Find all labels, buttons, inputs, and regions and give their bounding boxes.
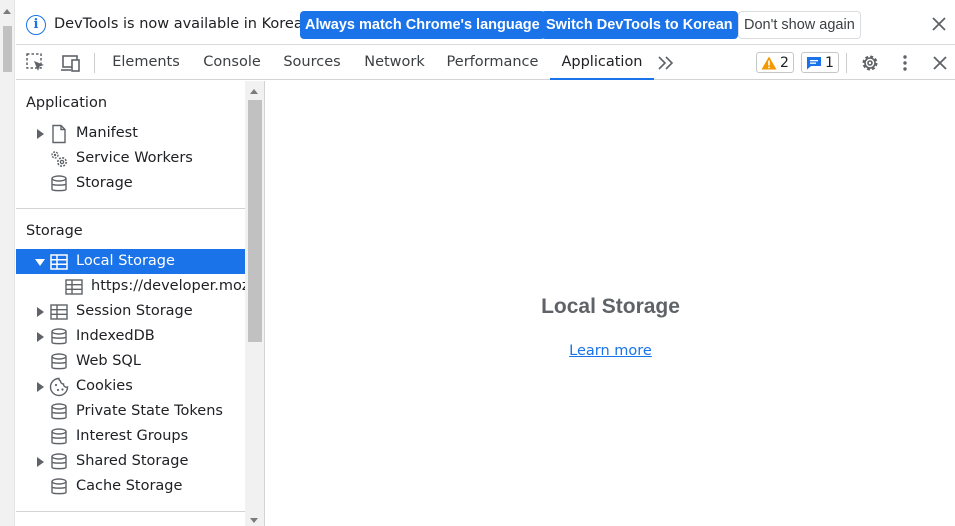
- table-icon: [50, 304, 68, 320]
- sidebar-item-label: Shared Storage: [76, 453, 189, 469]
- toolbar-divider: [846, 53, 847, 73]
- sidebar-item-private-state-tokens[interactable]: Private State Tokens: [16, 399, 245, 424]
- sidebar-item-storage-overview[interactable]: Storage: [16, 171, 245, 196]
- sidebar-item-service-workers[interactable]: Service Workers: [16, 146, 245, 171]
- devtools-toolbar: Elements Console Sources Network Perform…: [16, 45, 955, 80]
- gears-icon: [51, 151, 67, 167]
- warning-icon: [761, 56, 777, 69]
- sidebar-scrollbar[interactable]: [245, 81, 265, 526]
- sidebar-item-label: Local Storage: [76, 253, 175, 269]
- warnings-badge[interactable]: 2: [756, 52, 794, 73]
- expand-arrow-icon[interactable]: [37, 382, 44, 392]
- device-toolbar-icon[interactable]: [60, 52, 82, 74]
- tab-sources[interactable]: Sources: [278, 45, 346, 80]
- sidebar-item-interest-groups[interactable]: Interest Groups: [16, 424, 245, 449]
- tab-performance[interactable]: Performance: [443, 45, 542, 80]
- warnings-count: 2: [780, 54, 789, 71]
- section-divider: [16, 208, 245, 209]
- sidebar-item-cache-storage[interactable]: Cache Storage: [16, 474, 245, 499]
- sidebar-scroll-thumb[interactable]: [248, 100, 262, 342]
- document-icon: [52, 124, 66, 144]
- application-sidebar: Application Manifest Service Workers Sto…: [16, 81, 245, 526]
- expand-arrow-icon[interactable]: [37, 332, 44, 342]
- scroll-thumb[interactable]: [3, 26, 12, 72]
- close-devtools-icon[interactable]: [929, 52, 951, 74]
- learn-more-link[interactable]: Learn more: [569, 343, 652, 359]
- always-match-language-button[interactable]: Always match Chrome's language: [300, 11, 545, 39]
- sidebar-item-label: Cache Storage: [76, 478, 183, 494]
- toolbar-divider: [94, 53, 95, 73]
- sidebar-item-label: IndexedDB: [76, 328, 155, 344]
- sidebar-item-local-storage[interactable]: Local Storage: [16, 249, 245, 274]
- section-divider: [16, 511, 245, 512]
- database-icon: [51, 453, 67, 470]
- switch-to-korean-button[interactable]: Switch DevTools to Korean: [541, 11, 738, 39]
- database-icon: [51, 353, 67, 370]
- sidebar-item-label: Storage: [76, 175, 133, 191]
- sidebar-item-cookies[interactable]: Cookies: [16, 374, 245, 399]
- inspect-element-icon[interactable]: [25, 52, 47, 74]
- scroll-up-arrow-icon[interactable]: [250, 89, 258, 94]
- database-icon: [51, 175, 67, 192]
- message-icon: [807, 56, 821, 69]
- database-icon: [51, 428, 67, 445]
- sidebar-item-manifest[interactable]: Manifest: [16, 121, 245, 146]
- cookie-icon: [49, 377, 69, 397]
- messages-count: 1: [825, 54, 834, 71]
- table-icon: [65, 279, 83, 295]
- collapse-arrow-icon[interactable]: [35, 259, 45, 266]
- tab-elements[interactable]: Elements: [108, 45, 184, 80]
- section-title-storage: Storage: [26, 223, 83, 239]
- learn-more-wrapper: Learn more: [266, 343, 955, 359]
- sidebar-item-local-storage-origin[interactable]: https://developer.mozil: [16, 274, 245, 299]
- tab-application[interactable]: Application: [550, 45, 654, 80]
- sidebar-item-web-sql[interactable]: Web SQL: [16, 349, 245, 374]
- language-infobar: i DevTools is now available in Korean! A…: [16, 5, 955, 45]
- sidebar-item-label: Service Workers: [76, 150, 193, 166]
- panel-title: Local Storage: [541, 295, 680, 318]
- infobar-message: DevTools is now available in Korean!: [54, 16, 318, 32]
- sidebar-item-label: Private State Tokens: [76, 403, 223, 419]
- sidebar-item-label: Cookies: [76, 378, 133, 394]
- expand-arrow-icon[interactable]: [37, 457, 44, 467]
- database-icon: [51, 478, 67, 495]
- settings-gear-icon[interactable]: [859, 52, 881, 74]
- sidebar-item-shared-storage[interactable]: Shared Storage: [16, 449, 245, 474]
- sidebar-item-session-storage[interactable]: Session Storage: [16, 299, 245, 324]
- more-options-kebab-icon[interactable]: [894, 52, 916, 74]
- main-panel: Local Storage Learn more: [266, 81, 955, 526]
- tab-console[interactable]: Console: [197, 45, 267, 80]
- page-scrollbar[interactable]: [0, 0, 15, 526]
- close-infobar-icon[interactable]: [929, 14, 949, 34]
- section-title-application: Application: [26, 95, 108, 111]
- sidebar-item-label: Web SQL: [76, 353, 141, 369]
- expand-arrow-icon[interactable]: [37, 307, 44, 317]
- sidebar-item-indexeddb[interactable]: IndexedDB: [16, 324, 245, 349]
- sidebar-item-label: Manifest: [76, 125, 138, 141]
- more-tabs-chevron-icon[interactable]: [656, 52, 676, 74]
- expand-arrow-icon[interactable]: [37, 129, 44, 139]
- messages-badge[interactable]: 1: [801, 52, 839, 73]
- database-icon: [51, 403, 67, 420]
- info-icon: i: [26, 15, 46, 35]
- scroll-down-arrow-icon[interactable]: [250, 518, 258, 523]
- sidebar-item-label: Interest Groups: [76, 428, 189, 444]
- database-icon: [51, 328, 67, 345]
- dont-show-again-button[interactable]: Don't show again: [738, 11, 861, 39]
- sidebar-item-label: https://developer.mozil: [91, 278, 245, 294]
- sidebar-item-label: Session Storage: [76, 303, 193, 319]
- tab-network[interactable]: Network: [358, 45, 431, 80]
- scroll-up-arrow-icon[interactable]: [3, 9, 11, 14]
- table-icon: [50, 254, 68, 270]
